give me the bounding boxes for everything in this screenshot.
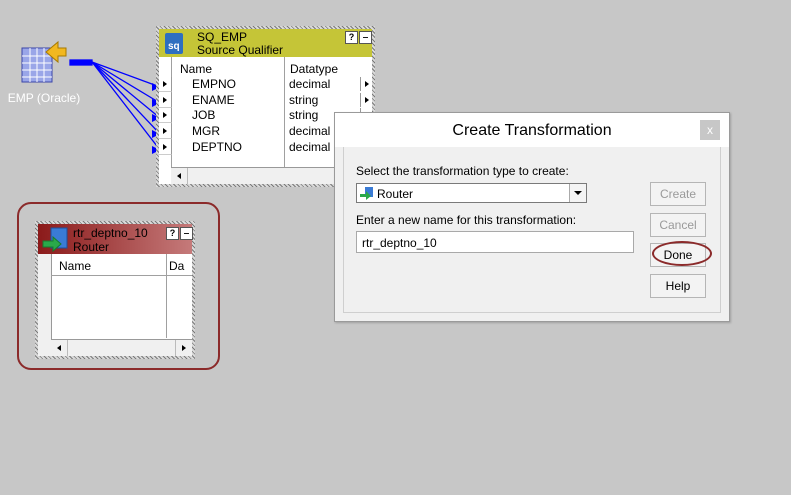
source-qualifier-name: SQ_EMP bbox=[197, 30, 248, 44]
create-button[interactable]: Create bbox=[650, 182, 706, 206]
type-label: Select the transformation type to create… bbox=[356, 164, 569, 178]
horizontal-scrollbar[interactable] bbox=[51, 339, 192, 356]
source-label: EMP (Oracle) bbox=[7, 91, 81, 105]
scroll-left-arrow-icon[interactable] bbox=[171, 168, 188, 184]
router-name: rtr_deptno_10 bbox=[73, 226, 148, 240]
column-header-datatype: Datatype bbox=[290, 62, 339, 76]
source-table-icon[interactable] bbox=[20, 40, 68, 86]
name-label: Enter a new name for this transformation… bbox=[356, 213, 577, 227]
router-widget[interactable]: rtr_deptno_10 Router ? ‒ Name Da bbox=[35, 221, 195, 359]
column-header-name: Name bbox=[180, 62, 213, 76]
svg-text:sq: sq bbox=[168, 41, 180, 52]
scroll-left-arrow-icon[interactable] bbox=[51, 340, 68, 356]
port-row[interactable]: EMPNO decimal bbox=[159, 77, 372, 92]
column-header-name: Name bbox=[59, 259, 92, 273]
create-transformation-dialog: Create Transformation x Select the trans… bbox=[334, 112, 730, 322]
dialog-title: Create Transformation bbox=[452, 122, 612, 139]
transformation-type-value: Router bbox=[377, 187, 414, 201]
router-icon bbox=[360, 187, 373, 200]
transformation-type-select[interactable]: Router bbox=[356, 183, 587, 203]
transformation-name-input[interactable]: rtr_deptno_10 bbox=[356, 231, 634, 253]
help-button[interactable]: ? bbox=[345, 31, 358, 44]
dialog-titlebar[interactable]: Create Transformation x bbox=[335, 113, 729, 147]
minimize-button[interactable]: ‒ bbox=[359, 31, 372, 44]
column-header-datatype: Da bbox=[169, 259, 185, 273]
cancel-button[interactable]: Cancel bbox=[650, 213, 706, 237]
close-button[interactable]: x bbox=[700, 120, 720, 140]
source-qualifier-icon: sq bbox=[165, 33, 183, 54]
router-titlebar[interactable]: rtr_deptno_10 Router ? ‒ bbox=[38, 224, 193, 254]
minimize-button[interactable]: ‒ bbox=[180, 227, 193, 240]
help-button[interactable]: ? bbox=[166, 227, 179, 240]
help-button[interactable]: Help bbox=[650, 274, 706, 298]
router-icon bbox=[42, 227, 68, 253]
router-type: Router bbox=[73, 240, 110, 254]
done-highlight-ring bbox=[652, 241, 712, 266]
source-qualifier-type: Source Qualifier bbox=[197, 43, 284, 57]
port-row[interactable]: ENAME string bbox=[159, 93, 372, 108]
chevron-down-icon[interactable] bbox=[569, 184, 586, 202]
scroll-right-arrow-icon[interactable] bbox=[175, 340, 192, 356]
router-ports: Name Da bbox=[38, 254, 192, 356]
source-qualifier-titlebar[interactable]: sq SQ_EMP Source Qualifier ? ‒ bbox=[159, 29, 372, 58]
